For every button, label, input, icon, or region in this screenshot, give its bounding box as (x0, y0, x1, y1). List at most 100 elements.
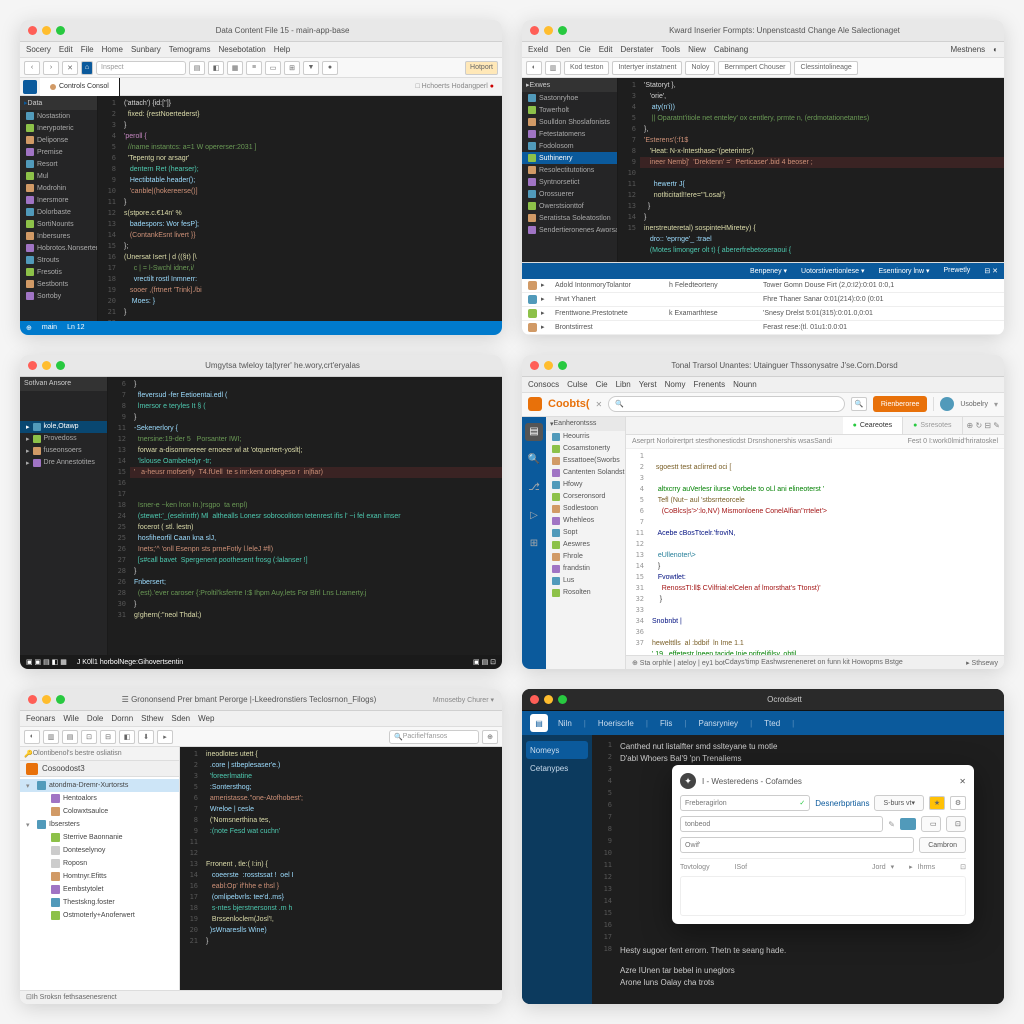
menu-item[interactable]: Niew (688, 45, 706, 54)
tab-active[interactable]: Controls Consol (40, 78, 120, 96)
menu-item[interactable]: Sthew (141, 714, 163, 723)
sidebar-item[interactable]: frandstin (546, 563, 625, 575)
sidebar-item[interactable]: Inerypoteric (20, 122, 97, 134)
nav-tab[interactable]: Niln (558, 719, 572, 728)
close-icon[interactable] (530, 361, 539, 370)
tree-node[interactable]: Eembstytolet (20, 883, 179, 896)
tree-node[interactable]: ▾atondma-Dremr-Xurtorsts (20, 779, 179, 792)
ext-icon[interactable]: ⊞ (525, 535, 543, 553)
nav-tab[interactable]: Tted (764, 719, 780, 728)
sidebar-item[interactable]: Sortoby (20, 290, 97, 302)
tree-node[interactable]: Hentoalors (20, 792, 179, 805)
app-icon[interactable]: ▤ (530, 714, 548, 732)
sidebar-item[interactable]: Fetestatomens (522, 128, 617, 140)
panel-tab[interactable]: Uotorstivertionlese ▾ (801, 267, 864, 275)
menu-item[interactable]: Nomy (665, 380, 686, 389)
sidebar-item[interactable]: Sastonryhoe (522, 92, 617, 104)
sidebar-item[interactable]: Syntnorsetict (522, 176, 617, 188)
maximize-icon[interactable] (558, 695, 567, 704)
sidebar-item[interactable]: Lus (546, 575, 625, 587)
tree-node[interactable]: Thestskng.foster (20, 896, 179, 909)
tool-btn[interactable]: ● (322, 61, 338, 75)
sidebar-item[interactable]: Orossuerer (522, 188, 617, 200)
tool-btn[interactable]: ⊟ (100, 730, 116, 744)
home-icon[interactable]: ⌂ (81, 61, 93, 75)
sidebar-item[interactable]: Sopt (546, 527, 625, 539)
sidebar-item[interactable]: Suthinenry (522, 152, 617, 164)
panel-tab[interactable]: Benpeney ▾ (750, 267, 787, 275)
minimize-icon[interactable] (544, 361, 553, 370)
menu-item[interactable]: Derstater (621, 45, 654, 54)
search-button[interactable]: 🔍 (851, 397, 867, 411)
menu-item[interactable]: Feonars (26, 714, 55, 723)
nav-fwd-button[interactable]: › (43, 61, 59, 75)
sidebar-item[interactable]: Dolorbaste (20, 206, 97, 218)
sidebar-item[interactable]: ▸ fuseonsoers (20, 445, 107, 457)
sidebar-item[interactable]: Premise (20, 146, 97, 158)
sidebar-item[interactable]: Modrohin (20, 182, 97, 194)
dialog-textarea[interactable] (680, 876, 966, 916)
url-input[interactable]: 🔍 (608, 396, 845, 412)
menu-item[interactable]: Temograms (169, 45, 211, 54)
toolbar-item[interactable]: Kod teston (564, 61, 609, 75)
sidebar-item[interactable]: ▸ Dre Annestotites (20, 457, 107, 469)
sidebar-item[interactable]: Hfowy (546, 479, 625, 491)
menu-item[interactable]: Socery (26, 45, 51, 54)
close-icon[interactable] (530, 26, 539, 35)
tool-btn[interactable]: ⬇ (138, 730, 154, 744)
code-editor[interactable]: 'Statoryt }, 'orie', aty(n'i)) || Oparat… (640, 78, 1004, 262)
gear-icon[interactable]: ⚙ (950, 796, 966, 810)
editor-tab[interactable]: ●Ssresotes (903, 417, 962, 435)
sidebar-item[interactable]: Mul (20, 170, 97, 182)
sidebar-item[interactable]: Resolectitutotions (522, 164, 617, 176)
minimize-icon[interactable] (544, 26, 553, 35)
maximize-icon[interactable] (558, 26, 567, 35)
avatar[interactable] (940, 397, 954, 411)
toolbar-item[interactable]: Bernmpert Chouser (718, 61, 791, 75)
tool-btn[interactable]: ◧ (208, 61, 224, 75)
search-input[interactable]: Inspect (96, 61, 186, 75)
tool-btn[interactable]: ▥ (545, 61, 561, 75)
minimize-icon[interactable] (42, 361, 51, 370)
sidebar-item[interactable]: Sodlestoon (546, 503, 625, 515)
menu-item[interactable]: Dole (87, 714, 103, 723)
action-button[interactable]: Rienberoree (873, 396, 928, 412)
dialog-field[interactable]: tonbeod (680, 816, 883, 832)
menu-item[interactable]: Wile (63, 714, 79, 723)
tool-btn[interactable]: ⊕ (482, 730, 498, 744)
tree-node[interactable]: Roposn (20, 857, 179, 870)
menu-item[interactable]: Help (274, 45, 290, 54)
menu-item[interactable]: Cabinang (714, 45, 748, 54)
tool-btn[interactable]: ▤ (62, 730, 78, 744)
sidebar-item[interactable]: Aeswres (546, 539, 625, 551)
sidebar-item[interactable]: Hobrotos.Nonserters (20, 242, 97, 254)
menu-item[interactable]: Libn (616, 380, 631, 389)
tree-node[interactable]: Homtnyr.Efitts (20, 870, 179, 883)
toolbar-item[interactable]: Clessintolineage (794, 61, 857, 75)
sidebar-item[interactable]: Inersmore (20, 194, 97, 206)
toolbar-item[interactable]: Intertyer instatnent (612, 61, 682, 75)
sidebar-item[interactable]: Towerholt (522, 104, 617, 116)
close-icon[interactable] (28, 361, 37, 370)
tool-btn[interactable]: ≡ (246, 61, 262, 75)
menu-item[interactable]: Edit (599, 45, 613, 54)
menu-item[interactable]: Den (556, 45, 571, 54)
menu-item[interactable]: Nesebotation (219, 45, 266, 54)
tool-btn[interactable]: ▦ (227, 61, 243, 75)
close-icon[interactable] (530, 695, 539, 704)
close-tab-icon[interactable]: ✕ (596, 400, 603, 409)
sidebar-item[interactable]: Soulldon Shoslafonists (522, 116, 617, 128)
sidebar-item[interactable]: Fresotis (20, 266, 97, 278)
confirm-button[interactable]: Cambron (919, 837, 966, 853)
sidebar-item[interactable]: Cantenten Solandst (546, 467, 625, 479)
close-icon[interactable] (28, 695, 37, 704)
sidebar-item[interactable]: ▸ Provedoss (20, 433, 107, 445)
sidebar-item[interactable]: Essattoee(Sworbs (546, 455, 625, 467)
sidebar-item[interactable]: Fodolosom (522, 140, 617, 152)
tool-btn[interactable]: ◐ (526, 61, 542, 75)
sidebar-item[interactable]: Heourris (546, 431, 625, 443)
panel-close-icon[interactable]: ⊟ ✕ (984, 267, 998, 275)
panel-row[interactable]: ▸BrontstirrestFerast rese:(tl. 01u1:0.0:… (522, 321, 1004, 335)
menu-item[interactable]: Wep (198, 714, 214, 723)
sidebar-item[interactable]: Cosamstonerty (546, 443, 625, 455)
